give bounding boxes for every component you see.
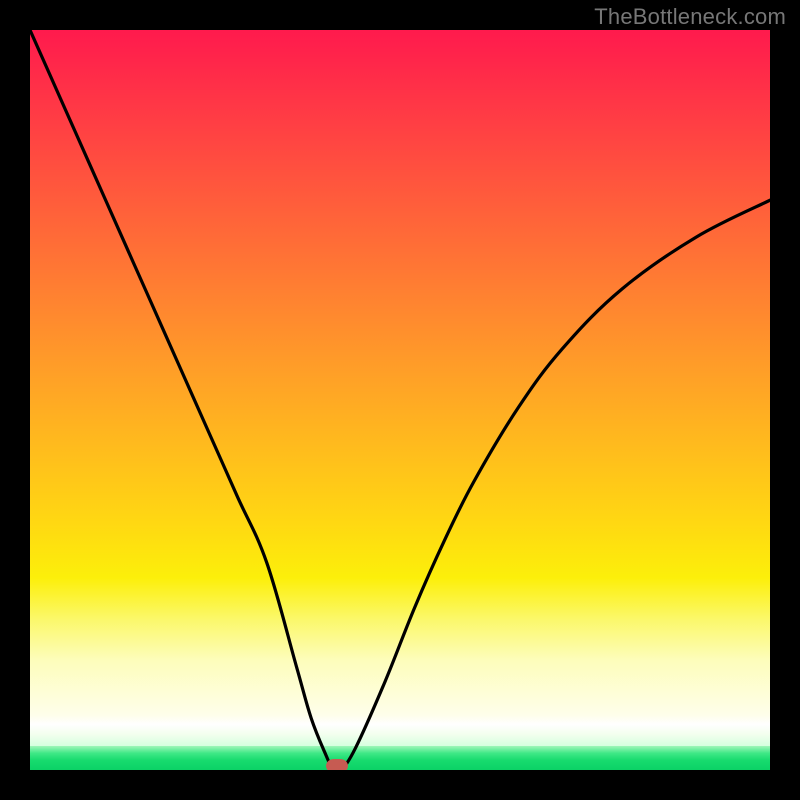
bottleneck-curve-path [30, 30, 770, 770]
min-marker [326, 759, 348, 770]
plot-area [30, 30, 770, 770]
chart-frame: TheBottleneck.com [0, 0, 800, 800]
curve-svg [30, 30, 770, 770]
watermark-text: TheBottleneck.com [594, 4, 786, 30]
